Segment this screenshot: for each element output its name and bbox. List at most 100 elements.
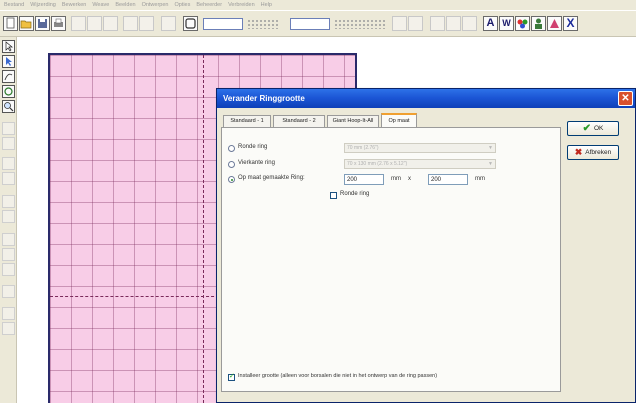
cut-icon[interactable] [71,16,86,31]
toolbar: A W X [0,11,636,37]
close-icon[interactable]: ✕ [618,91,633,106]
text-tool-icon[interactable] [2,195,15,208]
dialog-title-bar[interactable]: Verander Ringgrootte [217,89,635,108]
square-ring-label: Vierkante ring [238,160,275,166]
menu-item-verbreiden[interactable]: Verbreiden [228,2,255,8]
cancel-button[interactable]: ✖ Afbreken [567,145,619,160]
select-arrow-icon[interactable] [2,40,15,53]
stitch-out-icon[interactable] [2,248,15,261]
menu-item-bewerken[interactable]: Bewerken [62,2,86,8]
redo-icon[interactable] [139,16,154,31]
custom-ring-radio[interactable] [228,176,235,183]
monogram-tool-icon[interactable] [2,210,15,223]
distribute-icon[interactable] [408,16,423,31]
change-hoop-size-dialog: Verander Ringgrootte ✕ Standaard - 1 Sta… [216,88,636,403]
round-ring-select-value: 70 mm (2.76") [347,145,379,151]
dialog-title: Verander Ringgrootte [223,94,305,103]
round-ring-checkbox-label: Ronde ring [340,191,370,197]
width-unit-label: mm [391,176,401,182]
square-ring-select[interactable]: 70 x 130 mm (2.76 x 5.12") ▼ [344,159,496,169]
copy-icon[interactable] [87,16,102,31]
print-icon[interactable] [51,16,66,31]
layout-icon[interactable] [446,16,461,31]
tab-giant-hoop-it-all[interactable]: Giant Hoop-It-All [327,115,379,127]
menu-item-wijzerding[interactable]: Wijzerding [30,2,56,8]
delete-tool-button[interactable]: X [563,16,578,31]
sort-icon[interactable] [462,16,477,31]
color-combo-2[interactable] [290,18,330,30]
menu-item-bestand[interactable]: Bestand [4,2,24,8]
open-folder-icon[interactable] [19,16,34,31]
color-combo-1[interactable] [203,18,243,30]
fill-tool-icon[interactable] [2,157,15,170]
tab-label: Standaard - 2 [282,118,316,124]
zoom-fit-icon[interactable] [161,16,176,31]
menu-item-opties[interactable]: Opties [174,2,190,8]
line-tool-icon[interactable] [2,172,15,185]
properties-tool-icon[interactable] [2,322,15,335]
hoop-center-vertical-line [203,55,204,403]
move-tool-icon[interactable] [2,137,15,150]
left-tool-strip [0,37,17,403]
ok-button[interactable]: ✔ OK [567,121,619,136]
round-ring-radio[interactable] [228,145,235,152]
round-ring-checkbox[interactable] [330,192,337,199]
rectangle-tool-icon[interactable] [2,122,15,135]
tab-label: Op maat [388,118,410,124]
hoop-icon[interactable] [183,16,198,31]
tab-label: Giant Hoop-It-All [332,118,374,124]
ok-label: OK [593,125,604,132]
color-palette-icon[interactable] [515,16,530,31]
tab-label: Standaard - 1 [230,118,264,124]
menu-item-weave[interactable]: Weave [92,2,109,8]
undo-icon[interactable] [123,16,138,31]
tab-op-maat[interactable]: Op maat [381,113,417,128]
save-icon[interactable] [35,16,50,31]
text-tool-button[interactable]: A [483,16,498,31]
node-edit-icon[interactable] [2,70,15,83]
tab-standaard-2[interactable]: Standaard - 2 [273,115,325,127]
checkmark-icon: ✔ [582,122,591,134]
zoom-icon[interactable] [2,100,15,113]
rotate-icon[interactable] [2,85,15,98]
properties-icon[interactable] [430,16,445,31]
times-label: x [408,176,411,182]
stitch-in-icon[interactable] [2,233,15,246]
menu-bar: Bestand Wijzerding Bewerken Weave Beelde… [0,0,636,10]
tab-standaard-1[interactable]: Standaard - 1 [223,115,271,127]
new-file-icon[interactable] [3,16,18,31]
custom-height-input[interactable]: 200 [428,174,468,185]
menu-item-ontwerpen[interactable]: Ontwerpen [142,2,169,8]
menu-item-help[interactable]: Help [261,2,272,8]
menu-item-beheerder[interactable]: Beheerder [196,2,222,8]
cancel-label: Afbreken [585,149,612,156]
applique-tool-icon[interactable] [2,285,15,298]
install-size-label: Installeer grootte (alleen voor borsalen… [238,373,438,379]
round-ring-select[interactable]: 70 mm (2.76") ▼ [344,143,496,153]
wordart-tool-label: W [502,18,511,28]
delete-tool-label: X [566,16,575,30]
text-tool-label: A [486,17,495,29]
paste-icon[interactable] [103,16,118,31]
install-size-checkbox[interactable] [228,372,235,381]
custom-width-input[interactable]: 200 [344,174,384,185]
stitch-person-icon[interactable] [547,16,562,31]
wordart-tool-button[interactable]: W [499,16,514,31]
height-unit-label: mm [475,176,485,182]
people-icon[interactable] [531,16,546,31]
stitch-pattern-grid-1[interactable] [247,19,279,29]
chevron-down-icon: ▼ [488,145,493,151]
tab-panel-op-maat: Ronde ring 70 mm (2.76") ▼ Vierkante rin… [221,127,561,392]
cancel-x-icon: ✖ [574,147,583,157]
square-ring-radio[interactable] [228,161,235,168]
round-ring-label: Ronde ring [238,144,268,150]
trim-tool-icon[interactable] [2,307,15,320]
square-ring-select-value: 70 x 130 mm (2.76 x 5.12") [347,161,408,167]
select-point-icon[interactable] [2,55,15,68]
chevron-down-icon: ▼ [488,161,493,167]
stitch-pattern-grid-2[interactable] [334,19,386,29]
custom-ring-label: Op maat gemaakte Ring: [238,175,305,181]
align-icon[interactable] [392,16,407,31]
menu-item-beelden[interactable]: Beelden [115,2,135,8]
stitch-end-icon[interactable] [2,263,15,276]
